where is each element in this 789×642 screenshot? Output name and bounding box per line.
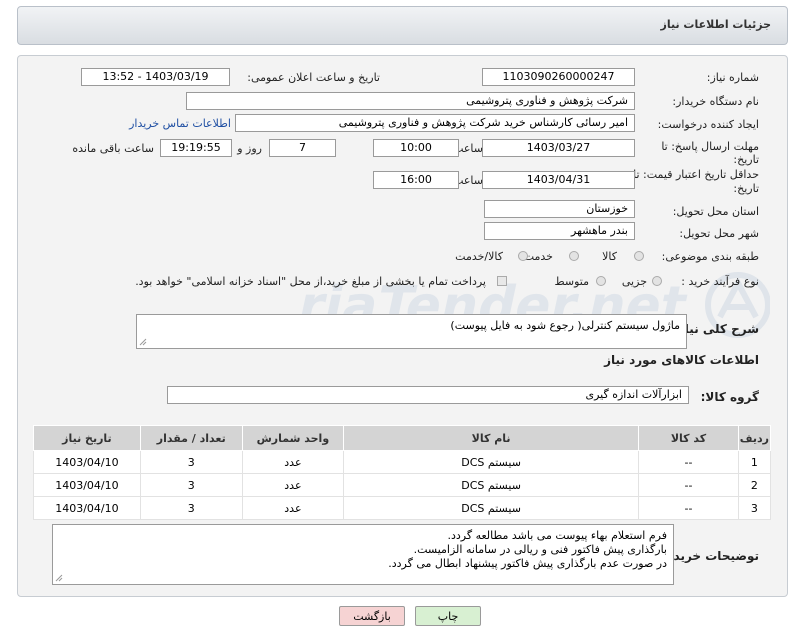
time-remaining-label: ساعت باقی مانده: [72, 142, 154, 155]
buyer-contact-link[interactable]: اطلاعات تماس خریدار: [129, 117, 231, 130]
cell-need-date: 1403/04/10: [33, 473, 141, 497]
category-label: طبقه بندی موضوعی:: [661, 250, 759, 263]
reply-deadline-label-date: تاریخ:: [733, 153, 759, 166]
days-label: روز و: [237, 142, 262, 155]
reply-time-field[interactable]: 10:00: [373, 139, 459, 157]
province-label: استان محل تحویل:: [672, 205, 759, 218]
description-text: ماژول سیستم کنترلی( رجوع شود به فایل پیو…: [450, 319, 680, 332]
col-unit: واحد شمارش: [241, 425, 345, 451]
table-row[interactable]: 3 -- سیستم DCS عدد 3 1403/04/10: [33, 496, 772, 520]
cell-row-number: 3: [737, 496, 772, 520]
buyer-notes-line: فرم استعلام بهاء پیوست می باشد مطالعه گر…: [447, 529, 667, 542]
col-item-name: نام کالا: [343, 425, 640, 451]
cell-need-date: 1403/04/10: [33, 450, 141, 474]
treasury-payment-checkbox[interactable]: [497, 276, 507, 286]
goods-table: ردیف کد کالا نام کالا واحد شمارش تعداد /…: [33, 425, 772, 520]
category-both-radio[interactable]: [518, 251, 528, 261]
page-title: جزئیات اطلاعات نیاز: [660, 18, 772, 31]
buyer-notes-line: در صورت عدم بارگذاری پیش فاکتور پیشنهاد …: [388, 557, 667, 570]
cell-unit: عدد: [241, 450, 345, 474]
purchase-minor-label: جزیی: [621, 275, 647, 288]
creator-field[interactable]: امیر رسائی کارشناس خرید شرکت پژوهش و فنا…: [235, 114, 635, 132]
purchase-type-label: نوع فرآیند خرید :: [681, 275, 759, 288]
table-row[interactable]: 1 -- سیستم DCS عدد 3 1403/04/10: [33, 450, 772, 474]
announce-date-label: تاریخ و ساعت اعلان عمومی:: [247, 71, 380, 84]
back-button[interactable]: بازگشت: [339, 606, 405, 626]
cell-item-code: --: [638, 473, 739, 497]
cell-item-name: سیستم DCS: [343, 496, 640, 520]
goods-section-title: اطلاعات کالاهای مورد نیاز: [604, 353, 759, 367]
cell-unit: عدد: [241, 473, 345, 497]
goods-table-container: ردیف کد کالا نام کالا واحد شمارش تعداد /…: [33, 425, 772, 520]
col-item-code: کد کالا: [638, 425, 739, 451]
city-field[interactable]: بندر ماهشهر: [484, 222, 635, 240]
resize-grip-icon[interactable]: [139, 338, 147, 346]
need-number-label: شماره نیاز:: [706, 71, 759, 84]
buyer-org-field[interactable]: شرکت پژوهش و فناوری پتروشیمی: [186, 92, 635, 110]
cell-row-number: 2: [737, 473, 772, 497]
buyer-org-label: نام دستگاه خریدار:: [672, 95, 759, 108]
cell-item-name: سیستم DCS: [343, 450, 640, 474]
description-textarea[interactable]: ماژول سیستم کنترلی( رجوع شود به فایل پیو…: [136, 314, 687, 349]
validity-date-field[interactable]: 1403/04/31: [482, 171, 635, 189]
days-remaining-field[interactable]: 7: [269, 139, 336, 157]
cell-quantity: 3: [139, 450, 243, 474]
treasury-payment-note: پرداخت تمام یا بخشی از مبلغ خرید،از محل …: [135, 275, 486, 288]
cell-need-date: 1403/04/10: [33, 496, 141, 520]
cell-unit: عدد: [241, 496, 345, 520]
need-number-field[interactable]: 1103090260000247: [482, 68, 635, 86]
cell-row-number: 1: [737, 450, 772, 474]
province-field[interactable]: خوزستان: [484, 200, 635, 218]
city-label: شهر محل تحویل:: [679, 227, 759, 240]
time-remaining-field[interactable]: 19:19:55: [160, 139, 232, 157]
purchase-minor-radio[interactable]: [652, 276, 662, 286]
cell-quantity: 3: [139, 496, 243, 520]
category-both-label: کالا/خدمت: [455, 250, 503, 263]
goods-group-label: گروه کالا:: [700, 390, 759, 404]
resize-grip-icon[interactable]: [55, 574, 63, 582]
category-service-radio[interactable]: [569, 251, 579, 261]
reply-deadline-label: مهلت ارسال پاسخ: تا: [661, 140, 759, 153]
category-goods-radio[interactable]: [634, 251, 644, 261]
category-goods-label: کالا: [602, 250, 617, 263]
table-row[interactable]: 2 -- سیستم DCS عدد 3 1403/04/10: [33, 473, 772, 497]
buyer-notes-textarea[interactable]: فرم استعلام بهاء پیوست می باشد مطالعه گر…: [52, 524, 674, 585]
announce-date-field[interactable]: 1403/03/19 - 13:52: [81, 68, 230, 86]
cell-item-name: سیستم DCS: [343, 473, 640, 497]
cell-item-code: --: [638, 496, 739, 520]
validity-label: حداقل تاریخ اعتبار قیمت: تا: [633, 168, 759, 181]
validity-label-date: تاریخ:: [733, 182, 759, 195]
cell-quantity: 3: [139, 473, 243, 497]
col-row-number: ردیف: [737, 425, 772, 451]
print-button[interactable]: چاپ: [415, 606, 481, 626]
category-service-label: خدمت: [523, 250, 553, 263]
col-need-date: تاریخ نیاز: [33, 425, 141, 451]
reply-date-field[interactable]: 1403/03/27: [482, 139, 635, 157]
cell-item-code: --: [638, 450, 739, 474]
buyer-notes-line: بارگذاری پیش فاکتور فنی و ریالی در سامان…: [413, 543, 667, 556]
creator-label: ایجاد کننده درخواست:: [657, 118, 759, 131]
purchase-medium-radio[interactable]: [596, 276, 606, 286]
goods-group-field[interactable]: ابزارآلات اندازه گیری: [167, 386, 689, 404]
goods-table-header: ردیف کد کالا نام کالا واحد شمارش تعداد /…: [33, 425, 772, 451]
validity-time-field[interactable]: 16:00: [373, 171, 459, 189]
purchase-medium-label: متوسط: [554, 275, 589, 288]
col-quantity: تعداد / مقدار: [139, 425, 243, 451]
